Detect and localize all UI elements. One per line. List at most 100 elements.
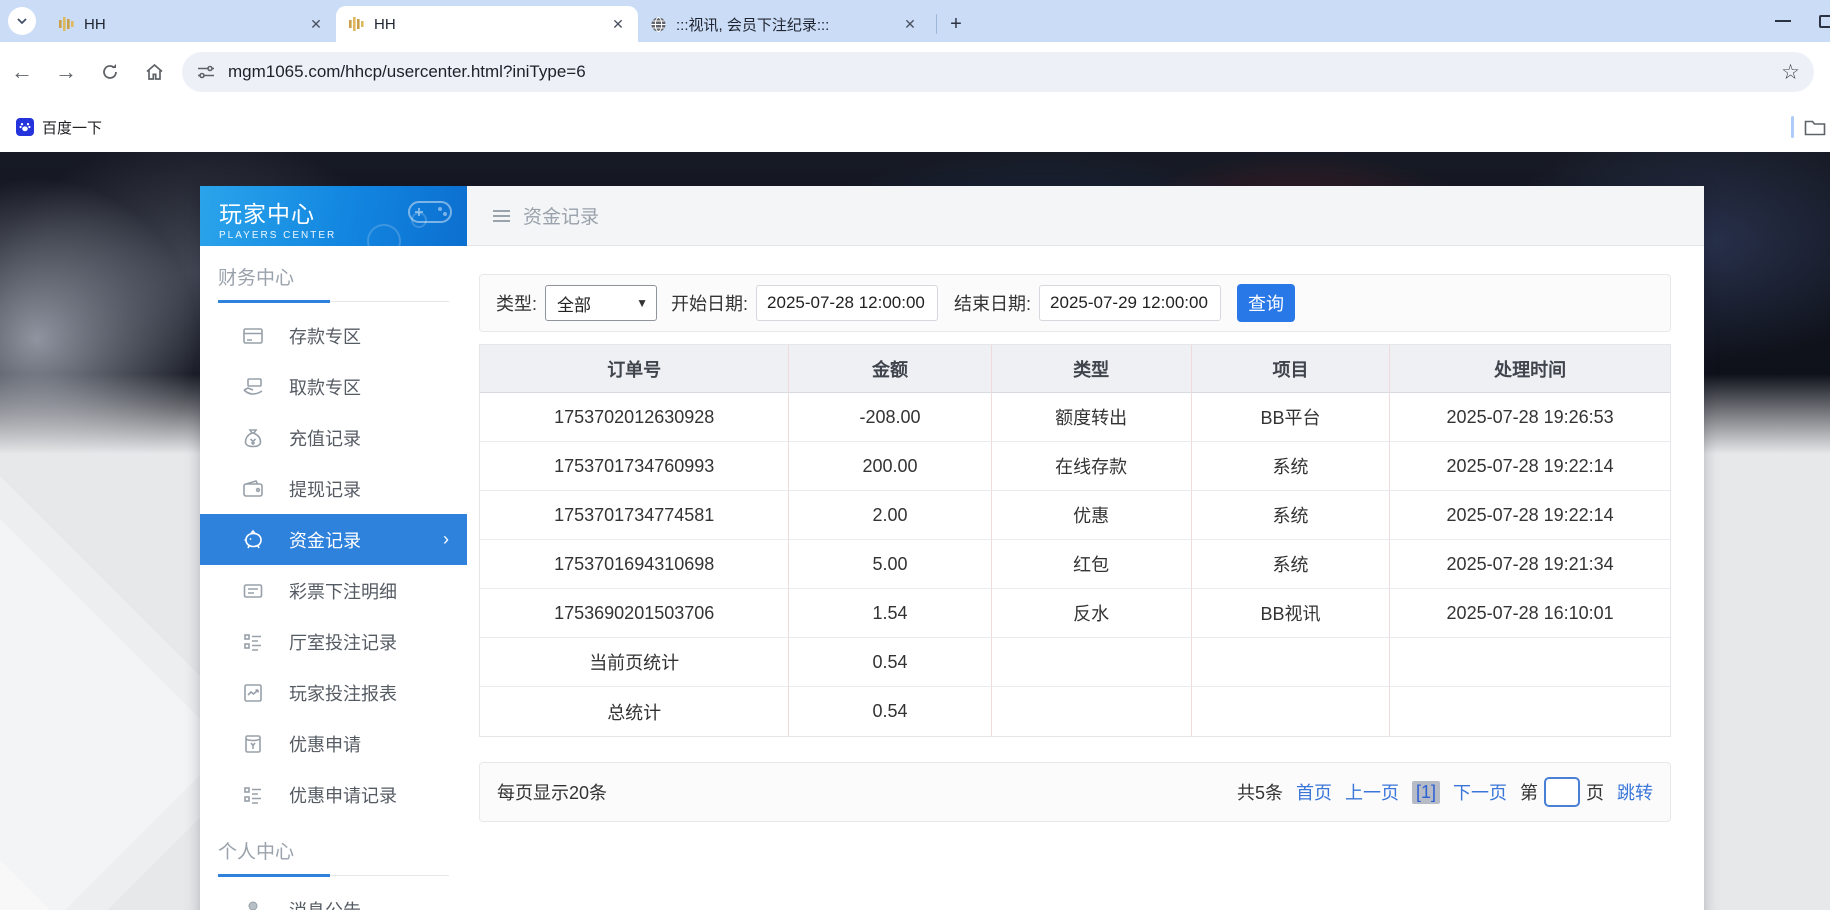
- browser-tab-strip: HH ✕ HH ✕ :::视讯, 会员下注纪录::: ✕ +: [0, 0, 1830, 42]
- current-page-indicator: [1]: [1412, 781, 1440, 804]
- sidebar-item-player-bet-report[interactable]: 玩家投注报表: [200, 667, 467, 718]
- sidebar-item-label: 提现记录: [289, 476, 361, 502]
- table-row: 1753701734774581 2.00 优惠 系统 2025-07-28 1…: [480, 491, 1670, 540]
- cell-type: 优惠: [992, 491, 1192, 540]
- tab-title: HH: [374, 16, 599, 33]
- baidu-paw-icon: [16, 118, 34, 136]
- next-page-link[interactable]: 下一页: [1453, 779, 1507, 805]
- sidebar-item-withdrawal-zone[interactable]: 取款专区: [200, 361, 467, 412]
- page-jump-input[interactable]: [1544, 777, 1580, 807]
- window-minimize-button[interactable]: [1775, 20, 1791, 22]
- back-button[interactable]: ←: [0, 50, 44, 94]
- tab-hh-1[interactable]: HH ✕: [46, 6, 336, 42]
- funds-records-table: 订单号 金额 类型 项目 处理时间 1753702012630928 -208.…: [479, 344, 1671, 737]
- cell-amount: 2.00: [789, 491, 991, 540]
- folder-icon[interactable]: [1804, 118, 1826, 136]
- cell-time: 2025-07-28 19:22:14: [1390, 491, 1670, 540]
- sidebar-item-label: 彩票下注明细: [289, 578, 397, 604]
- window-controls: [1775, 0, 1830, 42]
- section-finance-center: 财务中心: [200, 246, 467, 290]
- reload-button[interactable]: [88, 50, 132, 94]
- table-header-row: 订单号 金额 类型 项目 处理时间: [480, 345, 1670, 393]
- sidebar-item-label: 优惠申请记录: [289, 782, 397, 808]
- gold-bars-favicon: [58, 16, 75, 32]
- home-icon: [144, 62, 165, 82]
- sidebar-item-promo-application[interactable]: 优惠申请: [200, 718, 467, 769]
- sidebar-item-promo-application-records[interactable]: 优惠申请记录: [200, 769, 467, 820]
- chart-icon: [242, 682, 264, 704]
- sidebar-item-recharge-records[interactable]: 充值记录: [200, 412, 467, 463]
- cell-empty: [992, 638, 1192, 687]
- sidebar-item-deposit-zone[interactable]: 存款专区: [200, 310, 467, 361]
- window-maximize-button[interactable]: [1819, 15, 1830, 28]
- column-header: 项目: [1192, 345, 1391, 393]
- start-date-label: 开始日期:: [671, 290, 748, 316]
- tab-hh-2-active[interactable]: HH ✕: [336, 6, 638, 42]
- tab-search-button[interactable]: [8, 7, 36, 35]
- table-summary-row-page: 当前页统计 0.54: [480, 638, 1670, 687]
- url-bar[interactable]: mgm1065.com/hhcp/usercenter.html?iniType…: [182, 52, 1814, 92]
- sidebar-item-label: 优惠申请: [289, 731, 361, 757]
- column-header: 金额: [789, 345, 991, 393]
- person-icon: [242, 899, 264, 910]
- browser-toolbar: ← → mgm1065.com/hhcp/usercenter.html?ini…: [0, 42, 1830, 102]
- column-header: 订单号: [480, 345, 789, 393]
- sidebar-item-withdrawal-records[interactable]: 提现记录: [200, 463, 467, 514]
- sidebar-item-label: 存款专区: [289, 323, 361, 349]
- url-text[interactable]: mgm1065.com/hhcp/usercenter.html?iniType…: [228, 62, 1769, 82]
- bookmark-label: 百度一下: [42, 117, 102, 138]
- tab-video-records[interactable]: :::视讯, 会员下注纪录::: ✕: [638, 6, 930, 42]
- tab-close-icon[interactable]: ✕: [306, 14, 326, 34]
- end-date-input[interactable]: [1039, 285, 1221, 321]
- user-center-panel: 玩家中心 PLAYERS CENTER 财务中心 存款专区 取款专区: [200, 186, 1704, 910]
- prev-page-link[interactable]: 上一页: [1345, 779, 1399, 805]
- cell-project: 系统: [1192, 442, 1391, 491]
- cell-order-no: 1753701734774581: [480, 491, 789, 540]
- first-page-link[interactable]: 首页: [1296, 779, 1332, 805]
- cell-type: 在线存款: [992, 442, 1192, 491]
- decorative-chevron: [0, 514, 228, 910]
- home-button[interactable]: [132, 50, 176, 94]
- sidebar-item-label: 资金记录: [289, 527, 361, 553]
- type-select-value: 全部: [557, 291, 591, 316]
- sidebar-item-label: 玩家投注报表: [289, 680, 397, 706]
- filter-bar: 类型: 全部 ▼ 开始日期: 结束日期: 查询: [479, 274, 1671, 332]
- query-button[interactable]: 查询: [1237, 284, 1295, 322]
- sidebar-item-message-announcements[interactable]: 消息公告: [200, 884, 467, 910]
- start-date-input[interactable]: [756, 285, 938, 321]
- chevron-down-icon: ▼: [636, 296, 648, 310]
- sidebar-item-lottery-bet-details[interactable]: 彩票下注明细: [200, 565, 467, 616]
- list-icon: [242, 580, 264, 602]
- sidebar-item-label: 取款专区: [289, 374, 361, 400]
- cell-empty: [1192, 638, 1391, 687]
- forward-button[interactable]: →: [44, 50, 88, 94]
- pagination-controls: 共5条 首页 上一页 [1] 下一页 第 页 跳转: [1237, 777, 1653, 807]
- jump-go-link[interactable]: 跳转: [1617, 779, 1653, 805]
- tab-close-icon[interactable]: ✕: [608, 14, 628, 34]
- sidebar-item-hall-bet-records[interactable]: 厅室投注记录: [200, 616, 467, 667]
- tab-close-icon[interactable]: ✕: [900, 14, 920, 34]
- pagination-bar: 每页显示20条 共5条 首页 上一页 [1] 下一页 第 页 跳转: [479, 762, 1671, 822]
- deposit-card-icon: [242, 325, 264, 347]
- bookmarks-bar: 百度一下: [0, 102, 1830, 152]
- bookmark-star-icon[interactable]: ☆: [1781, 60, 1800, 85]
- new-tab-button[interactable]: +: [943, 11, 969, 37]
- cell-order-no: 1753702012630928: [480, 393, 789, 442]
- type-select[interactable]: 全部 ▼: [545, 285, 657, 321]
- decorative-bubble: [411, 212, 427, 228]
- cell-empty: [1390, 687, 1670, 736]
- sidebar-item-funds-records[interactable]: 资金记录 ›: [200, 514, 467, 565]
- money-bag-icon: [242, 427, 264, 449]
- bookmarks-separator: [1791, 116, 1794, 138]
- page-title: 资金记录: [523, 202, 599, 229]
- list-check-icon: [242, 784, 264, 806]
- jump-suffix: 页: [1586, 779, 1604, 805]
- cell-summary-label: 总统计: [480, 687, 789, 736]
- cell-amount: 200.00: [789, 442, 991, 491]
- sidebar-item-label: 厅室投注记录: [289, 629, 397, 655]
- bookmark-baidu[interactable]: 百度一下: [16, 117, 102, 138]
- withdraw-hand-icon: [242, 376, 264, 398]
- cell-amount: 5.00: [789, 540, 991, 589]
- jump-prefix: 第: [1520, 779, 1538, 805]
- cell-type: 额度转出: [992, 393, 1192, 442]
